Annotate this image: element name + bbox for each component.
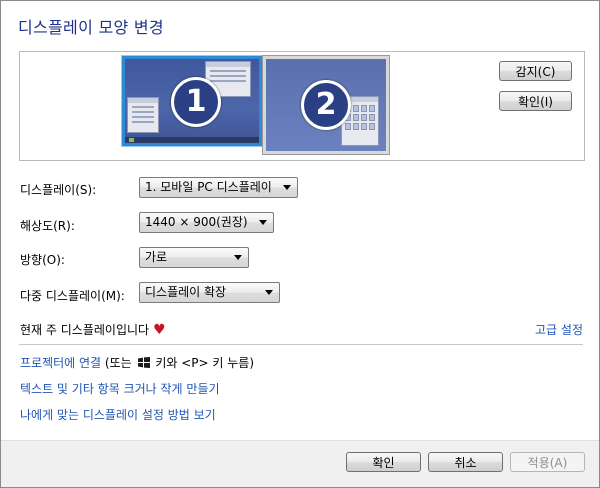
divider	[19, 344, 583, 345]
display-settings-window: 디스플레이 모양 변경 1 2 감지(C) 확인(I) 디스플레이(S): 1.…	[0, 0, 600, 488]
resolution-select[interactable]: 1440 × 900(권장)	[139, 212, 274, 233]
projector-hint-post: 키와 <P> 키 누름)	[151, 356, 255, 370]
resolution-select-value: 1440 × 900(권장)	[145, 215, 248, 229]
page-title: 디스플레이 모양 변경	[18, 18, 164, 37]
projector-row: 프로젝터에 연결 (또는 키와 <P> 키 누름)	[20, 354, 254, 371]
heart-icon: ♥	[153, 322, 166, 338]
projector-link[interactable]: 프로젝터에 연결	[20, 356, 101, 370]
window-thumbnail	[127, 97, 159, 133]
orientation-select[interactable]: 가로	[139, 247, 249, 268]
primary-display-text: 현재 주 디스플레이입니다	[20, 323, 150, 337]
detect-button[interactable]: 감지(C)	[499, 61, 572, 81]
chevron-down-icon	[234, 255, 242, 260]
dialog-footer: 확인 취소 적용(A)	[1, 440, 599, 487]
chevron-down-icon	[259, 220, 267, 225]
cancel-button[interactable]: 취소	[428, 452, 503, 472]
identify-button[interactable]: 확인(I)	[499, 91, 572, 111]
text-size-link[interactable]: 텍스트 및 기타 항목 크거나 작게 만들기	[20, 380, 220, 397]
advanced-settings-link[interactable]: 고급 설정	[535, 321, 583, 338]
primary-display-status: 현재 주 디스플레이입니다 ♥	[20, 321, 166, 338]
display-help-link[interactable]: 나에게 맞는 디스플레이 설정 방법 보기	[20, 406, 216, 423]
display-label: 디스플레이(S):	[20, 183, 97, 197]
taskbar	[125, 137, 259, 143]
chevron-down-icon	[265, 290, 273, 295]
multiple-displays-select[interactable]: 디스플레이 확장	[139, 282, 280, 303]
resolution-label: 해상도(R):	[20, 219, 75, 233]
monitor-number-badge: 2	[301, 80, 351, 130]
monitor-number-badge: 1	[171, 77, 221, 127]
display-select[interactable]: 1. 모바일 PC 디스플레이	[139, 177, 298, 198]
orientation-select-value: 가로	[145, 250, 168, 264]
multiple-displays-select-value: 디스플레이 확장	[145, 285, 227, 299]
chevron-down-icon	[283, 185, 291, 190]
monitor-2[interactable]: 2	[262, 55, 390, 155]
orientation-label: 방향(O):	[20, 253, 65, 267]
projector-hint-pre: (또는	[101, 356, 136, 370]
monitor-1[interactable]: 1	[121, 55, 263, 147]
display-select-value: 1. 모바일 PC 디스플레이	[145, 180, 272, 194]
ok-button[interactable]: 확인	[346, 452, 421, 472]
multiple-displays-label: 다중 디스플레이(M):	[20, 289, 125, 303]
apply-button[interactable]: 적용(A)	[510, 452, 585, 472]
windows-logo-icon	[137, 357, 150, 368]
